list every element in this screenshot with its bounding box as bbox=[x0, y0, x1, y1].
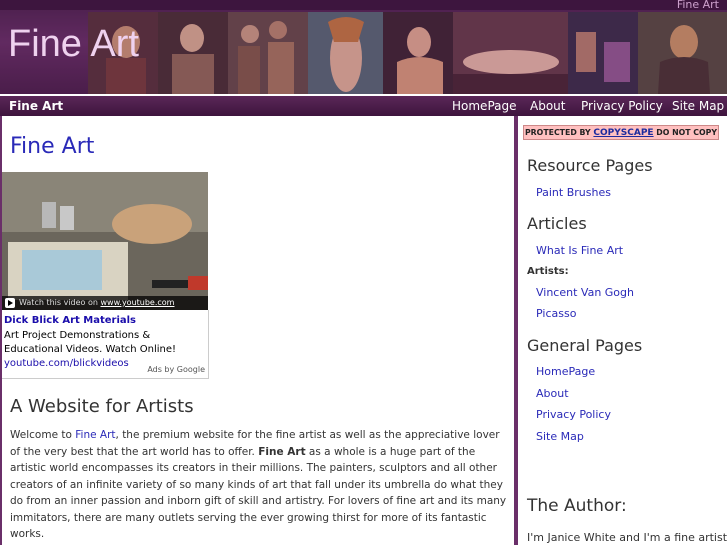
nav-privacy-link[interactable]: Privacy Policy bbox=[581, 96, 663, 116]
nav-homepage-link[interactable]: HomePage bbox=[452, 96, 517, 116]
ad-box: Dick Blick Art Materials Art Project Dem… bbox=[2, 310, 209, 379]
sidebar-link-picasso[interactable]: Picasso bbox=[536, 307, 576, 320]
sidebar-link-privacy[interactable]: Privacy Policy bbox=[536, 408, 611, 421]
author-text: I'm Janice White and I'm a fine artist bbox=[527, 531, 727, 544]
section-heading: A Website for Artists bbox=[10, 396, 194, 417]
ad-title-link[interactable]: Dick Blick Art Materials bbox=[4, 315, 136, 326]
ad-url-link[interactable]: youtube.com/blickvideos bbox=[4, 358, 129, 369]
general-pages-heading: General Pages bbox=[527, 336, 643, 355]
site-logo[interactable]: Fine Art bbox=[8, 22, 139, 66]
sidebar-link-about[interactable]: About bbox=[536, 387, 569, 400]
intro-site-link[interactable]: Fine Art bbox=[75, 429, 115, 441]
nav-sitemap-link[interactable]: Site Map bbox=[672, 96, 724, 116]
play-icon[interactable] bbox=[5, 298, 15, 308]
author-heading: The Author: bbox=[527, 496, 627, 516]
ad-attribution[interactable]: Ads by Google bbox=[143, 365, 205, 374]
ad-description: Art Project Demonstrations & Educational… bbox=[4, 330, 177, 355]
nav-bar: Fine Art HomePage About Privacy Policy S… bbox=[0, 96, 727, 116]
video-thumbnail-image bbox=[2, 172, 208, 310]
resource-pages-heading: Resource Pages bbox=[527, 156, 653, 175]
nav-site-name[interactable]: Fine Art bbox=[9, 96, 63, 116]
sidebar-link-homepage[interactable]: HomePage bbox=[536, 365, 595, 378]
header-banner: Fine Art Fine Art bbox=[0, 0, 727, 94]
sidebar-link-van-gogh[interactable]: Vincent Van Gogh bbox=[536, 286, 634, 299]
video-player[interactable]: Watch this video on www.youtube.com bbox=[2, 172, 208, 310]
intro-paragraph: Welcome to Fine Art, the premium website… bbox=[10, 429, 507, 540]
page-title: Fine Art bbox=[10, 134, 95, 159]
sidebar-link-sitemap[interactable]: Site Map bbox=[536, 430, 584, 443]
video-control-bar: Watch this video on www.youtube.com bbox=[2, 296, 208, 310]
video-caption[interactable]: Watch this video on www.youtube.com bbox=[19, 296, 174, 310]
artists-label: Artists: bbox=[527, 266, 569, 277]
sidebar-link-paint-brushes[interactable]: Paint Brushes bbox=[536, 186, 611, 199]
sidebar bbox=[516, 116, 727, 545]
copyscape-badge[interactable]: PROTECTED BY COPYSCAPE DO NOT COPY bbox=[523, 125, 719, 140]
sidebar-link-what-is-fine-art[interactable]: What Is Fine Art bbox=[536, 244, 623, 257]
articles-heading: Articles bbox=[527, 214, 587, 233]
nav-about-link[interactable]: About bbox=[530, 96, 565, 116]
